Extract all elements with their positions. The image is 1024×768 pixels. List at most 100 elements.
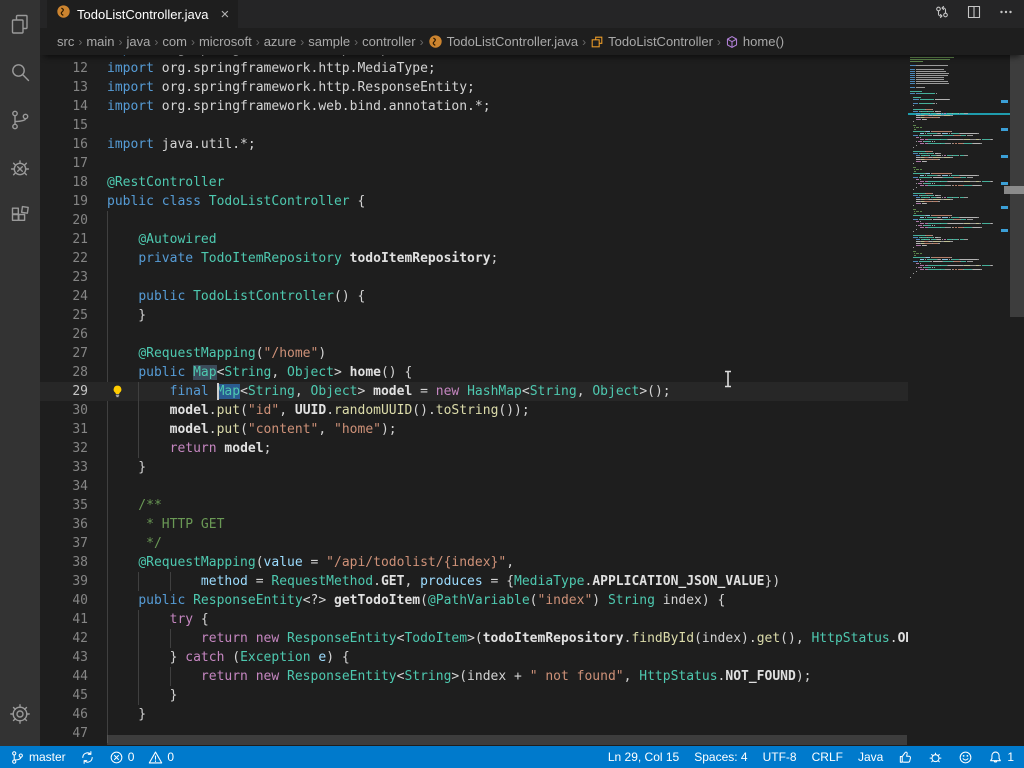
code-line[interactable]: 44 return new ResponseEntity<String>(ind… — [40, 667, 908, 686]
line-number[interactable]: 32 — [40, 439, 88, 458]
code-line[interactable]: 18@RestController — [40, 173, 908, 192]
statusbar-warnings[interactable]: 0 — [148, 750, 174, 765]
split-editor-icon[interactable] — [966, 4, 982, 25]
breadcrumb-item[interactable]: microsoft — [199, 34, 252, 49]
code-line[interactable]: 42 return new ResponseEntity<TodoItem>(t… — [40, 629, 908, 648]
breadcrumb-item[interactable]: controller — [362, 34, 415, 49]
explorer-icon[interactable] — [0, 0, 40, 48]
statusbar-cursor-position[interactable]: Ln 29, Col 15 — [608, 750, 679, 764]
code-line[interactable]: 14import org.springframework.web.bind.an… — [40, 97, 908, 116]
code-line[interactable]: 26 — [40, 325, 908, 344]
breadcrumb-item[interactable]: java — [127, 34, 151, 49]
code-line[interactable]: 38 @RequestMapping(value = "/api/todolis… — [40, 553, 908, 572]
manage-gear-icon[interactable] — [0, 690, 40, 738]
code-line[interactable]: 13import org.springframework.http.Respon… — [40, 78, 908, 97]
horizontal-scrollbar[interactable] — [107, 735, 907, 745]
statusbar-errors[interactable]: 0 — [109, 750, 135, 765]
statusbar-bug[interactable] — [928, 750, 943, 765]
code-line[interactable]: 24 public TodoListController() { — [40, 287, 908, 306]
code-line[interactable]: 46 } — [40, 705, 908, 724]
source-control-icon[interactable] — [0, 96, 40, 144]
line-number[interactable]: 20 — [40, 211, 88, 230]
code-line[interactable]: 28 public Map<String, Object> home() { — [40, 363, 908, 382]
statusbar-thumbs-up[interactable] — [898, 750, 913, 765]
breadcrumb-item[interactable]: azure — [264, 34, 297, 49]
code-line[interactable]: 34 — [40, 477, 908, 496]
code-line[interactable]: 23 — [40, 268, 908, 287]
line-number[interactable]: 39 — [40, 572, 88, 591]
tab-active[interactable]: TodoListController.java × — [47, 0, 238, 28]
code-line[interactable]: 15 — [40, 116, 908, 135]
line-number[interactable]: 40 — [40, 591, 88, 610]
line-number[interactable]: 34 — [40, 477, 88, 496]
line-number[interactable]: 37 — [40, 534, 88, 553]
line-number[interactable]: 25 — [40, 306, 88, 325]
breadcrumb-item[interactable]: main — [86, 34, 114, 49]
code-line[interactable]: 39 method = RequestMethod.GET, produces … — [40, 572, 908, 591]
vertical-scrollbar[interactable] — [1010, 0, 1024, 746]
search-icon[interactable] — [0, 48, 40, 96]
code-line[interactable]: 33 } — [40, 458, 908, 477]
minimap[interactable] — [908, 0, 1010, 746]
code-line[interactable]: 17 — [40, 154, 908, 173]
line-number[interactable]: 38 — [40, 553, 88, 572]
line-number[interactable]: 22 — [40, 249, 88, 268]
statusbar-sync[interactable] — [80, 750, 95, 765]
code-line[interactable]: 32 return model; — [40, 439, 908, 458]
code-line[interactable]: 19public class TodoListController { — [40, 192, 908, 211]
code-line[interactable]: 43 } catch (Exception e) { — [40, 648, 908, 667]
line-number[interactable]: 31 — [40, 420, 88, 439]
statusbar-eol[interactable]: CRLF — [812, 750, 843, 764]
line-number[interactable]: 24 — [40, 287, 88, 306]
line-number[interactable]: 17 — [40, 154, 88, 173]
line-number[interactable]: 46 — [40, 705, 88, 724]
breadcrumb-item[interactable]: sample — [308, 34, 350, 49]
more-actions-icon[interactable] — [998, 4, 1014, 25]
breadcrumb-item[interactable]: TodoListController.java — [428, 34, 579, 49]
code-line[interactable]: 45 } — [40, 686, 908, 705]
statusbar-encoding[interactable]: UTF-8 — [763, 750, 797, 764]
line-number[interactable]: 47 — [40, 724, 88, 743]
line-number[interactable]: 13 — [40, 78, 88, 97]
line-number[interactable]: 33 — [40, 458, 88, 477]
line-number[interactable]: 43 — [40, 648, 88, 667]
code-line[interactable]: 41 try { — [40, 610, 908, 629]
line-number[interactable]: 14 — [40, 97, 88, 116]
line-number[interactable]: 26 — [40, 325, 88, 344]
code-line[interactable]: 27 @RequestMapping("/home") — [40, 344, 908, 363]
breadcrumb-item[interactable]: TodoListController — [590, 34, 713, 49]
line-number[interactable]: 44 — [40, 667, 88, 686]
code-line[interactable]: 16import java.util.*; — [40, 135, 908, 154]
code-line[interactable]: 30 model.put("id", UUID.randomUUID().toS… — [40, 401, 908, 420]
code-line[interactable]: 29 final Map<String, Object> model = new… — [40, 382, 908, 401]
statusbar-indentation[interactable]: Spaces: 4 — [694, 750, 747, 764]
code-line[interactable]: 35 /** — [40, 496, 908, 515]
line-number[interactable]: 18 — [40, 173, 88, 192]
tab-close-icon[interactable]: × — [221, 7, 230, 22]
line-number[interactable]: 21 — [40, 230, 88, 249]
code-line[interactable]: 21 @Autowired — [40, 230, 908, 249]
code-line[interactable]: 36 * HTTP GET — [40, 515, 908, 534]
line-number[interactable]: 30 — [40, 401, 88, 420]
statusbar-feedback[interactable] — [958, 750, 973, 765]
code-editor[interactable]: 11import org.springframework.http.HttpSt… — [40, 0, 908, 746]
line-number[interactable]: 27 — [40, 344, 88, 363]
run-debug-icon[interactable] — [0, 144, 40, 192]
line-number[interactable]: 19 — [40, 192, 88, 211]
line-number[interactable]: 23 — [40, 268, 88, 287]
breadcrumb-item[interactable]: home() — [725, 34, 784, 49]
code-line[interactable]: 40 public ResponseEntity<?> getTodoItem(… — [40, 591, 908, 610]
code-line[interactable]: 31 model.put("content", "home"); — [40, 420, 908, 439]
line-number[interactable]: 29 — [40, 382, 88, 401]
extensions-icon[interactable] — [0, 192, 40, 240]
code-line[interactable]: 20 — [40, 211, 908, 230]
code-line[interactable]: 37 */ — [40, 534, 908, 553]
line-number[interactable]: 42 — [40, 629, 88, 648]
code-line[interactable]: 12import org.springframework.http.MediaT… — [40, 59, 908, 78]
code-line[interactable]: 22 private TodoItemRepository todoItemRe… — [40, 249, 908, 268]
line-number[interactable]: 36 — [40, 515, 88, 534]
breadcrumb-item[interactable]: com — [162, 34, 187, 49]
line-number[interactable]: 28 — [40, 363, 88, 382]
open-changes-icon[interactable] — [934, 4, 950, 25]
statusbar-git-branch[interactable]: master — [10, 750, 66, 765]
